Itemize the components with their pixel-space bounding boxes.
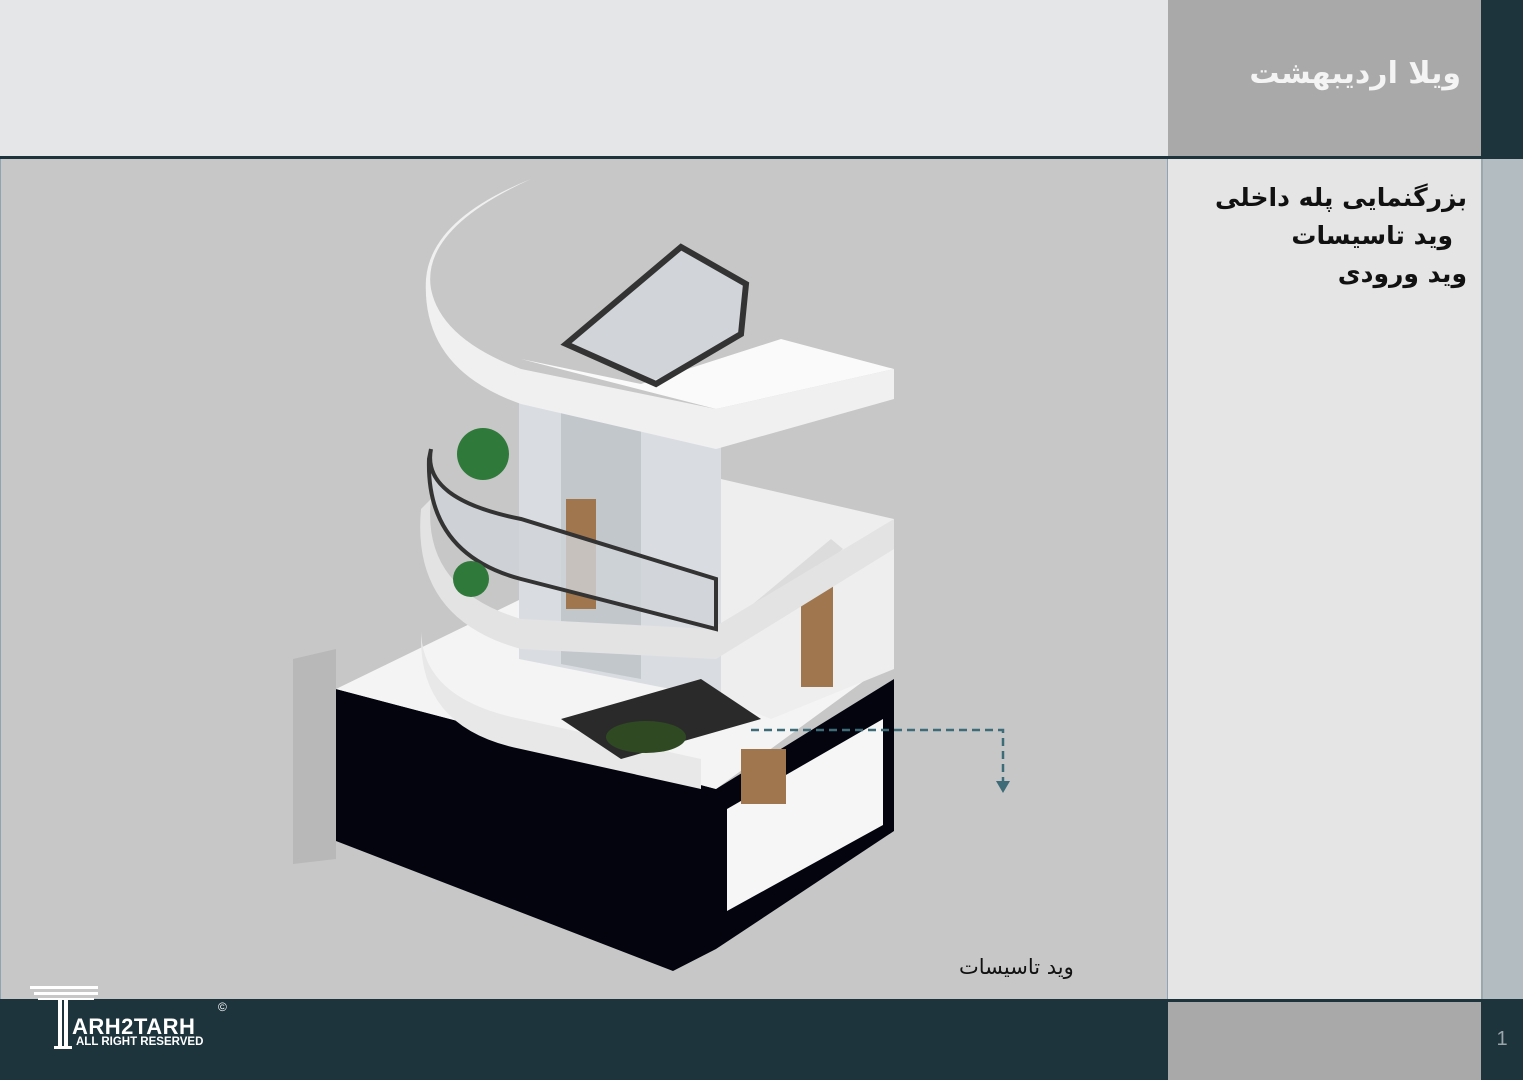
logo-tagline: ALL RIGHT RESERVED: [76, 1036, 204, 1048]
ground-shadow: [293, 649, 336, 864]
architectural-section-image: وید تاسیسات: [0, 159, 1169, 1000]
planter-shrub: [606, 721, 686, 753]
page-title: ویلا اردیبهشت: [1249, 56, 1461, 91]
page-number-box: 1: [1481, 1002, 1523, 1080]
header-band: [0, 0, 1168, 157]
footer-gray-panel: [1168, 1002, 1481, 1080]
description-line-3: وید ورودی: [1337, 259, 1467, 288]
tarh2tarh-logo: ARH2TARH ALL RIGHT RESERVED ©: [28, 984, 238, 1054]
callout-label: وید تاسیسات: [959, 955, 1074, 979]
description-line-1: بزرگنمایی پله داخلی: [1215, 183, 1467, 212]
terrace-tree: [453, 561, 489, 597]
side-accent-strip: [1481, 159, 1523, 1000]
void-door: [741, 749, 786, 804]
copyright-icon: ©: [218, 1000, 227, 1014]
title-panel: ویلا اردیبهشت: [1168, 0, 1481, 157]
callout-arrow: [996, 781, 1010, 793]
description-panel: بزرگنمایی پله داخلی وید تاسیسات وید ورود…: [1168, 159, 1481, 1000]
page-number: 1: [1496, 1028, 1508, 1050]
header-accent-strip: [1481, 0, 1523, 157]
balcony-tree: [457, 428, 509, 480]
description-line-2: وید تاسیسات: [1291, 221, 1453, 250]
villa-isometric-section-drawing: [293, 179, 1010, 971]
